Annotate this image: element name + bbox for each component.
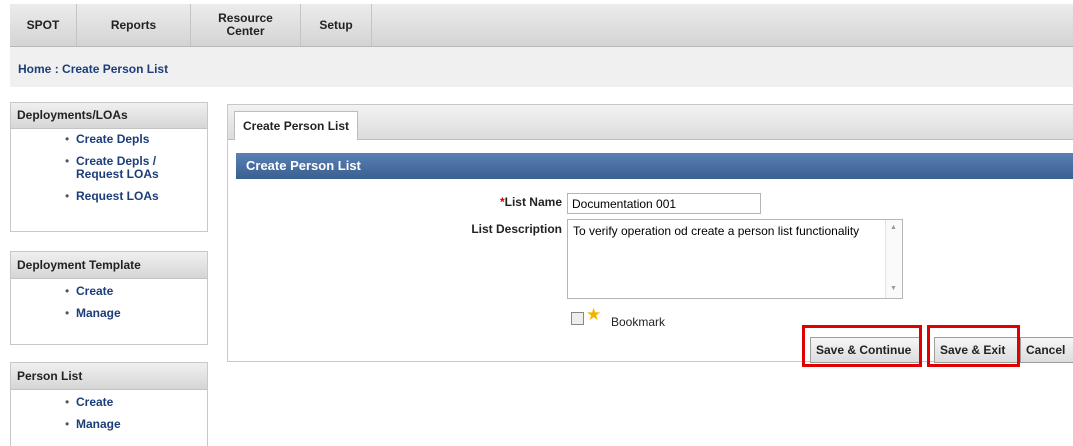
bookmark-label: Bookmark (611, 315, 666, 329)
sidebar-personlist-title: Person List (11, 363, 207, 390)
bullet-icon: • (65, 132, 70, 146)
nav-tab-resource-center[interactable]: Resource Center (191, 4, 301, 46)
sidebar-link-label: Create (76, 284, 114, 298)
top-navigation: SPOT Reports Resource Center Setup (10, 4, 1073, 47)
sidebar-link-label: Request LOAs (76, 189, 159, 203)
nav-tab-setup[interactable]: Setup (301, 4, 372, 46)
highlight-save-continue (802, 325, 922, 367)
sidebar-link-label: Create Depls (76, 132, 150, 146)
sidebar-link-label: Manage (76, 306, 121, 320)
sidebar-template-box: Deployment Template • Create • Manage (10, 251, 208, 345)
bullet-icon: • (65, 395, 70, 409)
breadcrumb-bar: Home : Create Person List (10, 47, 1073, 87)
list-name-label-text: List Name (504, 195, 562, 209)
bullet-icon: • (65, 306, 70, 320)
breadcrumb-separator: : (54, 62, 59, 76)
list-description-textarea[interactable]: To verify operation od create a person l… (567, 219, 903, 299)
sidebar-link-personlist-manage[interactable]: • Manage (11, 418, 207, 431)
list-description-label: List Description (471, 222, 562, 236)
list-name-label: *List Name (468, 195, 562, 209)
sidebar-link-create-depls[interactable]: • Create Depls (11, 133, 207, 146)
tab-strip: Create Person List (228, 105, 1073, 140)
sidebar-link-template-manage[interactable]: • Manage (11, 307, 207, 320)
nav-tab-resource-center-label: Resource Center (218, 11, 273, 38)
section-header: Create Person List (236, 153, 1073, 179)
list-name-input[interactable]: Documentation 001 (567, 193, 761, 214)
bullet-icon: • (65, 417, 70, 431)
scroll-down-icon[interactable]: ▼ (890, 285, 897, 292)
highlight-save-exit (927, 325, 1020, 367)
bookmark-checkbox[interactable] (571, 312, 584, 325)
sidebar-personlist-box: Person List • Create • Manage (10, 362, 208, 446)
breadcrumb: Home : Create Person List (18, 62, 168, 76)
list-description-text: To verify operation od create a person l… (573, 224, 860, 238)
breadcrumb-home-link[interactable]: Home (18, 62, 51, 76)
bullet-icon: • (65, 154, 70, 168)
sidebar-link-personlist-create[interactable]: • Create (11, 396, 207, 409)
sidebar-deployments-title: Deployments/LOAs (11, 103, 207, 129)
sidebar-deployments-box: Deployments/LOAs • Create Depls • Create D… (10, 102, 208, 232)
nav-tab-reports[interactable]: Reports (77, 4, 191, 46)
sidebar-link-request-loas[interactable]: • Request LOAs (11, 190, 207, 203)
cancel-button[interactable]: Cancel (1020, 337, 1073, 363)
sidebar-link-label: Create (76, 395, 114, 409)
textarea-scrollbar[interactable]: ▲ ▼ (885, 220, 902, 298)
nav-tab-spot[interactable]: SPOT (10, 4, 77, 46)
breadcrumb-current: Create Person List (62, 62, 169, 76)
tab-create-person-list[interactable]: Create Person List (234, 111, 359, 140)
star-icon: ★ (586, 305, 602, 324)
sidebar-link-label: Create Depls / Request LOAs (76, 154, 159, 181)
bullet-icon: • (65, 284, 70, 298)
sidebar-link-label: Manage (76, 417, 121, 431)
scroll-up-icon[interactable]: ▲ (890, 224, 897, 231)
main-panel: Create Person List Create Person List *L… (227, 104, 1073, 363)
sidebar-link-create-depls-request-loas[interactable]: • Create Depls / Request LOAs (11, 155, 207, 181)
sidebar-template-title: Deployment Template (11, 252, 207, 279)
bullet-icon: • (65, 189, 70, 203)
sidebar-link-template-create[interactable]: • Create (11, 285, 207, 298)
